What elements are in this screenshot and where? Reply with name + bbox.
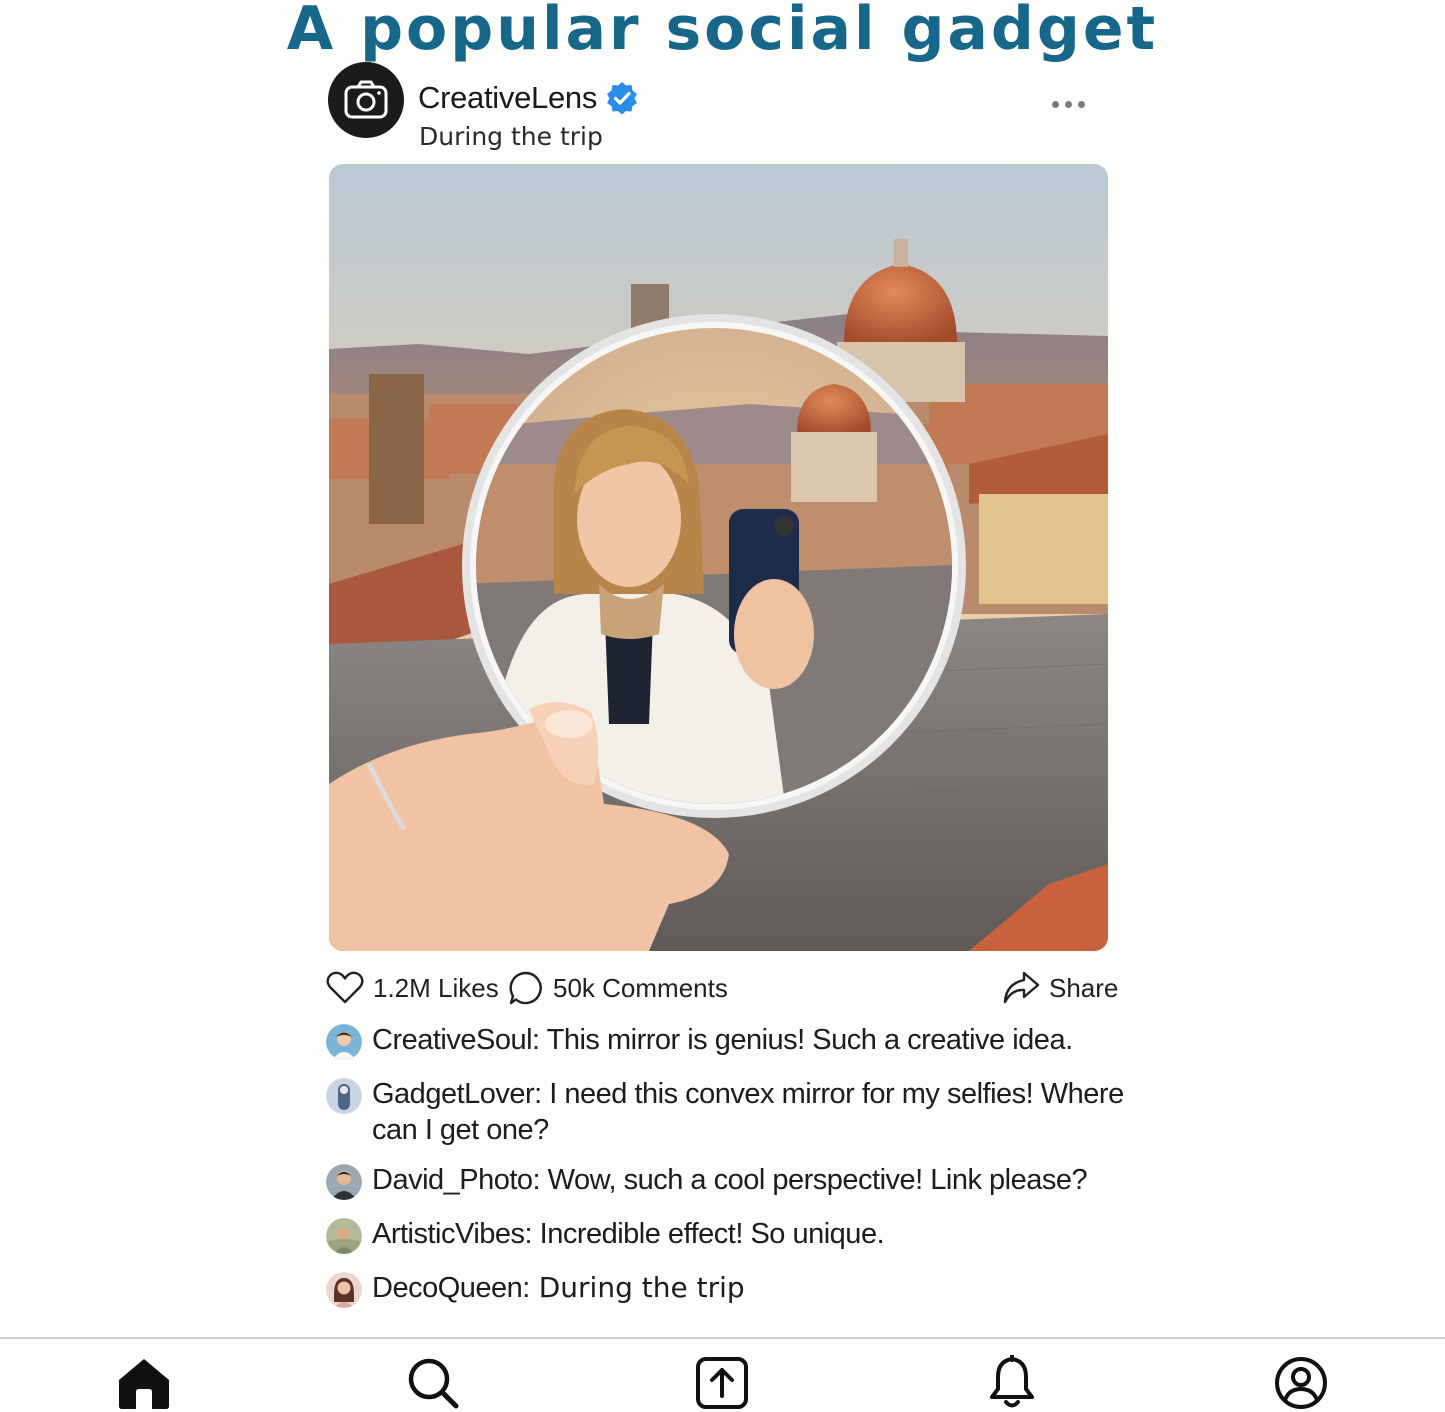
more-dots-icon bbox=[1051, 100, 1059, 108]
comment-item: David_Photo: Wow, such a cool perspectiv… bbox=[326, 1162, 1142, 1200]
comment-item: DecoQueen: During the trip bbox=[326, 1270, 1142, 1308]
share-button[interactable]: Share bbox=[1002, 966, 1118, 1010]
comment-text: This mirror is genius! Such a creative i… bbox=[539, 1024, 1074, 1056]
likes-count: 1.2M Likes bbox=[373, 972, 499, 1003]
account-username[interactable]: CreativeLens bbox=[418, 80, 597, 116]
tab-home[interactable] bbox=[114, 1353, 174, 1412]
tab-upload[interactable] bbox=[692, 1353, 752, 1412]
comment-item: CreativeSoul: This mirror is genius! Suc… bbox=[326, 1022, 1142, 1060]
comment-username[interactable]: DecoQueen: bbox=[372, 1272, 530, 1304]
bottom-tab-bar bbox=[0, 1337, 1445, 1412]
home-icon bbox=[119, 1359, 169, 1409]
share-label: Share bbox=[1049, 972, 1119, 1003]
post-image[interactable] bbox=[329, 164, 1108, 951]
verified-badge-icon bbox=[607, 82, 638, 115]
commenter-avatar[interactable] bbox=[326, 1024, 362, 1060]
profile-icon bbox=[1275, 1357, 1327, 1409]
tab-profile[interactable] bbox=[1271, 1353, 1331, 1412]
commenter-avatar[interactable] bbox=[326, 1272, 362, 1308]
camera-icon bbox=[344, 80, 388, 119]
comment-username[interactable]: David_Photo: bbox=[372, 1164, 541, 1196]
comment-item: GadgetLover: I need this convex mirror f… bbox=[326, 1076, 1142, 1148]
bell-icon bbox=[990, 1355, 1034, 1408]
commenter-avatar[interactable] bbox=[326, 1218, 362, 1254]
search-icon bbox=[408, 1358, 459, 1409]
account-avatar[interactable] bbox=[328, 62, 404, 138]
comments-count: 50k Comments bbox=[553, 972, 728, 1003]
tab-notifications[interactable] bbox=[982, 1353, 1042, 1412]
comment-icon bbox=[509, 971, 542, 1005]
more-options-button[interactable] bbox=[1048, 94, 1088, 114]
heart-icon bbox=[326, 971, 364, 1004]
comment-text: During the trip bbox=[529, 1271, 745, 1304]
comment-item: ArtisticVibes: Incredible effect! So uni… bbox=[326, 1216, 1142, 1254]
post-subtitle: During the trip bbox=[419, 122, 603, 151]
comment-username[interactable]: CreativeSoul: bbox=[372, 1024, 540, 1056]
post-header: CreativeLens During the trip bbox=[328, 62, 1108, 158]
commenter-avatar[interactable] bbox=[326, 1078, 362, 1114]
comment-text: Wow, such a cool perspective! Link pleas… bbox=[540, 1164, 1088, 1196]
comment-username[interactable]: GadgetLover: bbox=[372, 1078, 542, 1110]
upload-icon bbox=[696, 1357, 748, 1409]
comment-username[interactable]: ArtisticVibes: bbox=[372, 1218, 533, 1250]
post-actions-bar: 1.2M Likes 50k Comments Share bbox=[326, 966, 1118, 1010]
tab-search[interactable] bbox=[403, 1353, 463, 1412]
page-headline: A popular social gadget bbox=[286, 0, 1159, 64]
commenter-avatar[interactable] bbox=[326, 1164, 362, 1200]
like-button[interactable]: 1.2M Likes bbox=[326, 966, 499, 1010]
share-icon bbox=[1003, 971, 1040, 1004]
comment-button[interactable]: 50k Comments bbox=[508, 966, 728, 1010]
comment-text: Incredible effect! So unique. bbox=[532, 1218, 885, 1250]
